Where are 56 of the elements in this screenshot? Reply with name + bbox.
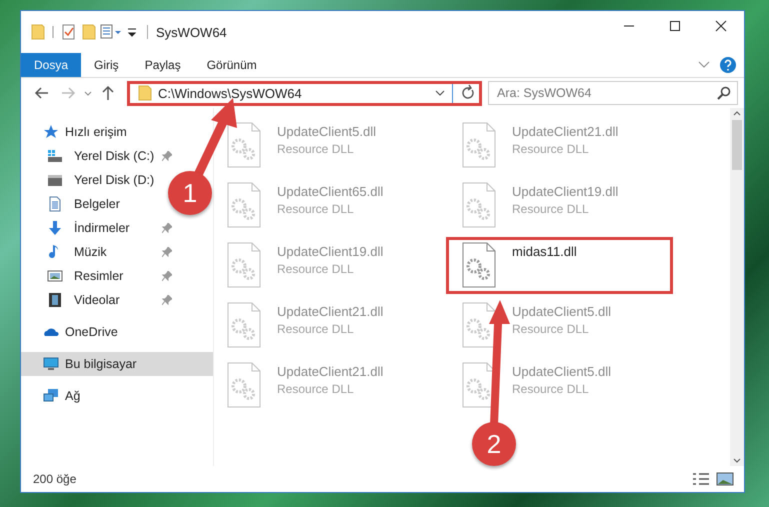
nav-item[interactable]: Müzik [21,240,187,264]
scroll-thumb[interactable] [732,120,742,170]
scrollbar[interactable] [730,108,744,466]
file-name[interactable]: midas11.dll [512,244,577,259]
search-field[interactable]: Ara: SysWOW64 [488,81,738,105]
file-type: Resource DLL [277,322,355,336]
ribbon-tab[interactable]: Görünüm [194,53,270,77]
nav-item[interactable]: Hızlı erişim [21,120,135,144]
drive-icon [47,172,63,188]
item-count: 200 öğe [33,472,78,486]
large-icons-view-icon[interactable] [716,472,734,486]
nav-item[interactable]: Belgeler [21,192,128,216]
nav-item[interactable]: Resimler [21,264,187,288]
ribbon-tab[interactable]: Giriş [81,53,132,77]
nav-item[interactable]: Bu bilgisayar [21,352,213,376]
file-gear-icon[interactable] [227,122,261,168]
pin-icon[interactable] [162,247,172,257]
computer-icon [43,356,59,372]
file-gear-icon[interactable] [462,302,496,348]
star-icon [43,124,59,140]
file-type: Resource DLL [512,382,590,396]
window-title: SysWOW64 [156,24,228,40]
download-icon [47,220,63,236]
file-type: Resource DLL [512,322,590,336]
file-type: Resource DLL [277,382,355,396]
pin-icon[interactable] [162,223,172,233]
folder-icon [138,85,152,101]
address-bar[interactable]: C:\Windows\SysWOW64 [127,80,482,106]
file-gear-icon[interactable] [462,242,496,288]
video-icon [47,292,63,308]
ribbon-tab[interactable]: Paylaş [132,53,194,77]
file-menu-tab[interactable]: Dosya [21,53,82,77]
drive-windows-icon [47,148,63,164]
nav-item[interactable]: Ağ [21,384,88,408]
details-view-icon[interactable] [692,472,710,486]
help-icon[interactable] [720,57,736,73]
dropdown-caret-icon[interactable] [434,88,446,98]
nav-item[interactable]: Yerel Disk (D:) [21,168,162,192]
expand-ribbon-icon[interactable] [698,61,710,69]
document-icon [47,196,63,212]
nav-item[interactable]: Videolar [21,288,187,312]
pin-icon[interactable] [162,271,172,281]
network-icon [43,388,59,404]
picture-icon [47,268,63,284]
file-type: Resource DLL [277,142,355,156]
file-type: Resource DLL [512,142,590,156]
quick-access-toolbar-icon[interactable] [31,24,139,40]
search-icon[interactable] [717,86,731,100]
pin-icon[interactable] [162,295,172,305]
nav-item[interactable]: İndirmeler [21,216,187,240]
file-type: Resource DLL [277,202,355,216]
nav-item[interactable]: Yerel Disk (C:) [21,144,187,168]
file-type: Resource DLL [277,262,355,276]
file-type: Resource DLL [512,202,590,216]
nav-item[interactable]: OneDrive [21,320,126,344]
pin-icon[interactable] [162,151,172,161]
